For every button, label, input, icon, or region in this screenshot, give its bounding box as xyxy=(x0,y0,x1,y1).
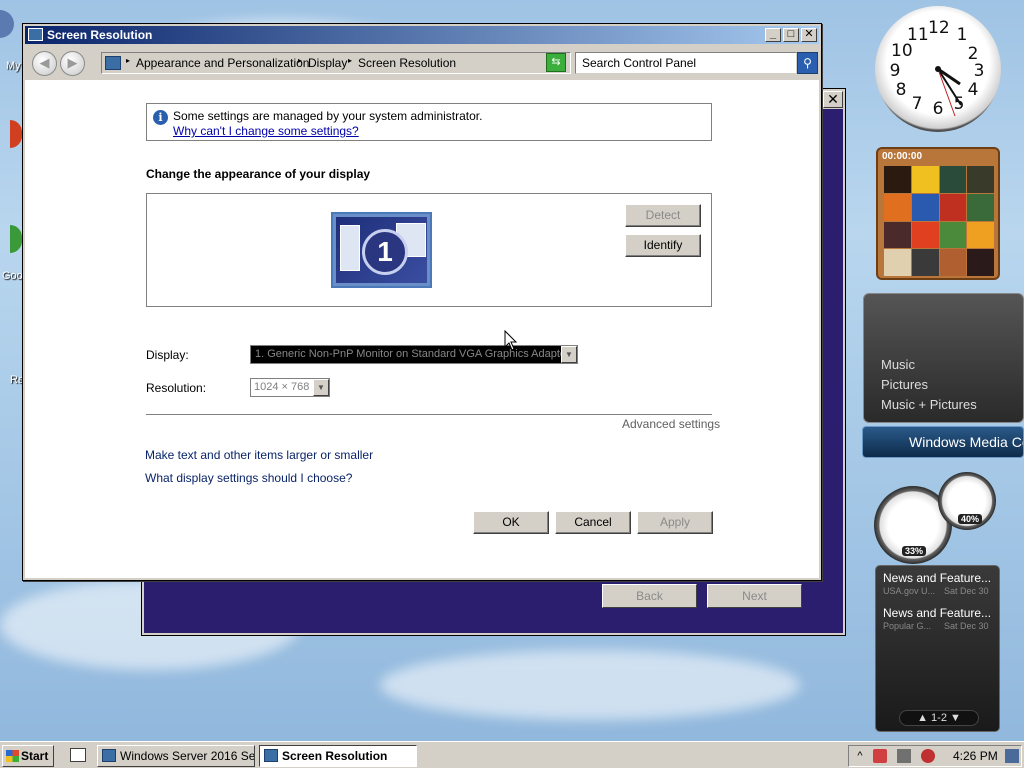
monitor-number: 1 xyxy=(362,229,408,275)
start-button[interactable]: Start xyxy=(2,745,54,767)
breadcrumb-screen-resolution[interactable]: Screen Resolution xyxy=(358,56,456,70)
resolution-select[interactable]: 1024 × 768 ▼ xyxy=(250,378,330,397)
feed-item-title[interactable]: News and Feature... xyxy=(883,606,991,620)
chevron-up-icon[interactable]: ▲ xyxy=(917,712,928,724)
chevron-right-icon[interactable]: ▸ xyxy=(126,56,130,65)
taskbar: Start Windows Server 2016 Se... Screen R… xyxy=(0,741,1024,768)
forward-arrow-icon[interactable]: ▶ xyxy=(60,51,85,76)
clock-gadget[interactable]: 12 1 2 3 4 5 6 7 8 9 10 11 xyxy=(875,6,1001,132)
windows-media-center-bar[interactable]: Windows Media Ce xyxy=(862,426,1024,458)
desktop-app-icon[interactable] xyxy=(10,120,22,148)
refresh-icon[interactable]: ⇆ xyxy=(546,53,566,72)
screen-resolution-window[interactable]: Screen Resolution _ □ ✕ ◀ ▶ ▸ Appearance… xyxy=(22,23,822,581)
start-label: Start xyxy=(21,749,49,763)
search-input[interactable]: Search Control Panel xyxy=(575,52,797,74)
display-select-value: 1. Generic Non-PnP Monitor on Standard V… xyxy=(255,348,570,360)
feed-item-source: USA.gov U... xyxy=(883,586,936,596)
chevron-right-icon[interactable]: ▸ xyxy=(348,56,352,65)
feed-item-date: Sat Dec 30 xyxy=(944,621,989,631)
chevron-down-icon[interactable]: ▼ xyxy=(313,379,329,396)
identify-button[interactable]: Identify xyxy=(625,234,701,257)
cancel-button[interactable]: Cancel xyxy=(555,511,631,534)
task-label: Windows Server 2016 Se... xyxy=(120,749,255,763)
text-size-link[interactable]: Make text and other items larger or smal… xyxy=(145,448,373,462)
feed-page-indicator: 1-2 xyxy=(931,712,947,724)
monitor-panel: 1 Detect Identify xyxy=(146,193,712,307)
minimize-button[interactable]: _ xyxy=(765,28,781,42)
media-music-item[interactable]: Music xyxy=(881,357,915,372)
volume-muted-icon[interactable] xyxy=(921,749,935,763)
chevron-down-icon[interactable]: ▼ xyxy=(950,712,961,724)
media-music-pictures-item[interactable]: Music + Pictures xyxy=(881,397,977,412)
task-label: Screen Resolution xyxy=(282,749,388,763)
why-cant-change-link[interactable]: Why can't I change some settings? xyxy=(173,124,359,138)
tray-expand-icon[interactable]: ^ xyxy=(853,749,867,763)
ok-button[interactable]: OK xyxy=(473,511,549,534)
system-tray: ^ 4:26 PM xyxy=(848,745,1022,767)
next-button[interactable]: Next xyxy=(707,584,802,608)
server-icon xyxy=(102,749,116,762)
media-center-gadget[interactable]: Music Pictures Music + Pictures xyxy=(863,293,1024,423)
breadcrumb-appearance[interactable]: Appearance and Personalization xyxy=(136,56,309,70)
desktop-cloud xyxy=(380,650,800,720)
cpu-meter-gadget[interactable]: 33% 40% xyxy=(874,470,1000,564)
detect-button[interactable]: Detect xyxy=(625,204,701,227)
search-icon[interactable]: ⚲ xyxy=(797,52,818,74)
info-icon: i xyxy=(153,110,168,125)
content-area: i Some settings are managed by your syst… xyxy=(25,80,819,578)
chevron-right-icon[interactable]: ▸ xyxy=(298,56,302,65)
display-settings-icon xyxy=(264,749,278,762)
feed-headlines-gadget[interactable]: News and Feature... USA.gov U... Sat Dec… xyxy=(875,565,1000,732)
show-desktop-icon[interactable] xyxy=(70,748,86,762)
display-settings-icon xyxy=(28,28,43,41)
memory-percent: 40% xyxy=(958,514,983,524)
chevron-down-icon[interactable]: ▼ xyxy=(561,346,577,363)
breadcrumb-display[interactable]: Display xyxy=(308,56,347,70)
puzzle-grid[interactable] xyxy=(884,166,994,276)
picture-puzzle-gadget[interactable]: 00:00:00 xyxy=(876,147,1000,280)
maximize-button[interactable]: □ xyxy=(783,28,799,42)
desktop-computer-icon[interactable] xyxy=(0,10,14,38)
feed-item-date: Sat Dec 30 xyxy=(944,586,989,596)
display-select[interactable]: 1. Generic Non-PnP Monitor on Standard V… xyxy=(250,345,578,364)
puzzle-timer: 00:00:00 xyxy=(882,151,923,162)
desktop-chrome-icon[interactable] xyxy=(10,225,22,253)
feed-pager[interactable]: ▲ 1-2 ▼ xyxy=(899,710,979,726)
feed-item-source: Popular G... xyxy=(883,621,932,631)
control-panel-icon xyxy=(105,56,121,70)
resolution-label: Resolution: xyxy=(146,381,207,395)
feed-item-title[interactable]: News and Feature... xyxy=(883,571,991,585)
notification-icon[interactable] xyxy=(1005,749,1019,763)
cpu-percent: 33% xyxy=(902,546,927,556)
action-center-icon[interactable] xyxy=(873,749,887,763)
desktop-icon-label: Goo xyxy=(2,270,23,282)
tray-clock[interactable]: 4:26 PM xyxy=(953,749,998,763)
close-icon[interactable]: ✕ xyxy=(823,91,843,108)
section-title: Change the appearance of your display xyxy=(146,167,371,181)
mouse-cursor-icon xyxy=(504,330,518,351)
network-icon[interactable] xyxy=(897,749,911,763)
back-button[interactable]: Back xyxy=(602,584,697,608)
navigation-bar: ◀ ▶ ▸ Appearance and Personalization ▸ D… xyxy=(25,46,819,80)
desktop-icon-label: My xyxy=(6,60,21,72)
display-label: Display: xyxy=(146,348,189,362)
close-button[interactable]: ✕ xyxy=(801,28,817,42)
info-message: Some settings are managed by your system… xyxy=(173,109,483,123)
admin-info-box: i Some settings are managed by your syst… xyxy=(146,103,712,141)
title-bar[interactable]: Screen Resolution _ □ ✕ xyxy=(25,26,819,44)
apply-button[interactable]: Apply xyxy=(637,511,713,534)
advanced-settings-link[interactable]: Advanced settings xyxy=(622,417,720,431)
monitor-1-icon[interactable]: 1 xyxy=(331,212,432,288)
taskbar-item-screen-resolution[interactable]: Screen Resolution xyxy=(259,745,417,767)
resolution-select-value: 1024 × 768 xyxy=(254,381,310,393)
display-help-link[interactable]: What display settings should I choose? xyxy=(145,471,352,485)
divider xyxy=(146,414,712,415)
address-bar[interactable]: ▸ Appearance and Personalization ▸ Displ… xyxy=(101,52,571,74)
window-title: Screen Resolution xyxy=(47,28,153,42)
windows-logo-icon xyxy=(6,750,19,762)
back-arrow-icon[interactable]: ◀ xyxy=(32,51,57,76)
taskbar-item-server-manager[interactable]: Windows Server 2016 Se... xyxy=(97,745,255,767)
media-pictures-item[interactable]: Pictures xyxy=(881,377,928,392)
clock-hands xyxy=(935,66,962,117)
